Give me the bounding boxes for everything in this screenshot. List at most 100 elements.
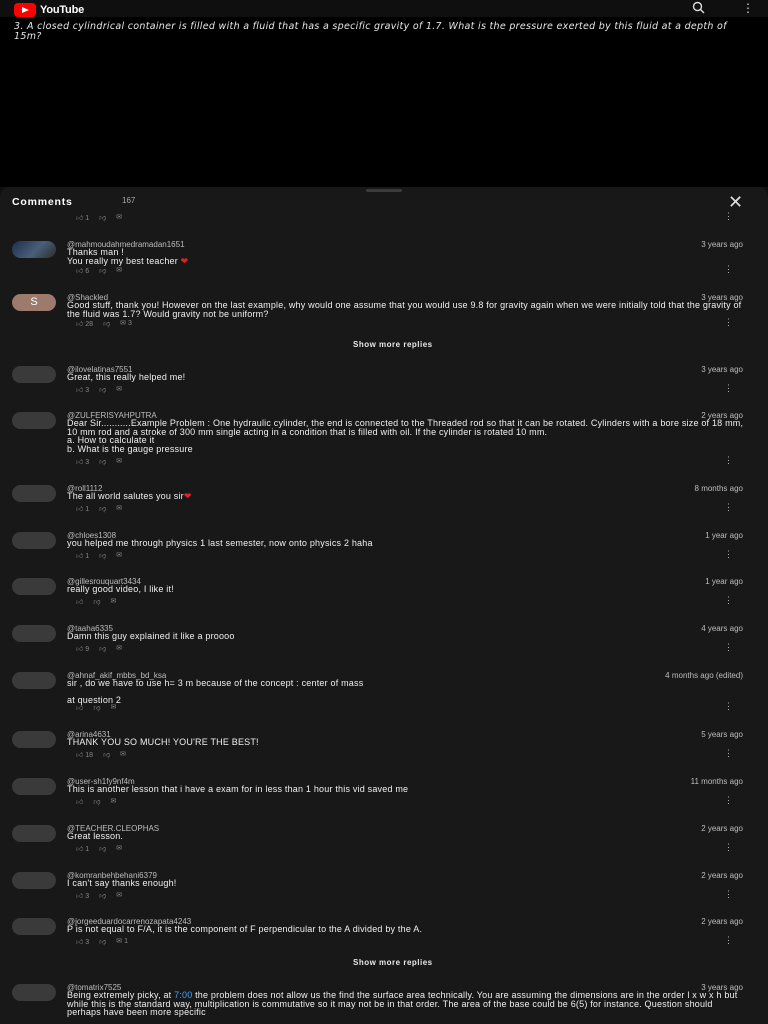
like-count: 1 (85, 552, 90, 560)
like-button[interactable]: 👍︎ (76, 797, 83, 806)
comment-menu-icon[interactable]: ⋮ (724, 595, 733, 606)
reply-icon[interactable]: ✉︎ (116, 891, 122, 899)
like-button[interactable]: 👍︎ 3 (76, 891, 89, 900)
comment-actions: 👍︎ 1 👎︎ ✉︎ (76, 212, 122, 222)
avatar[interactable] (12, 825, 56, 842)
dislike-button[interactable]: 👎︎ (99, 551, 106, 560)
dislike-button[interactable]: 👎︎ (103, 319, 110, 328)
comment-actions: 👍︎ 3 👎︎ ✉︎ (76, 456, 122, 466)
dislike-button[interactable]: 👎︎ (99, 457, 106, 466)
reply-icon[interactable]: ✉︎ (116, 266, 122, 274)
avatar[interactable] (12, 731, 56, 748)
dislike-button[interactable]: 👎︎ (99, 844, 106, 853)
comment-actions: 👍︎ 1 👎︎ ✉︎ (76, 843, 122, 853)
like-count: 3 (85, 386, 90, 394)
dislike-button[interactable]: 👎︎ (99, 937, 106, 946)
comment-menu-icon[interactable]: ⋮ (724, 748, 733, 759)
like-button[interactable]: 👍︎ 3 (76, 385, 89, 394)
like-button[interactable]: 👍︎ 1 (76, 551, 89, 560)
comment-text: Thanks man ! You really my best teacher … (67, 248, 747, 265)
show-more-replies-button[interactable]: Show more replies (353, 958, 433, 967)
reply-icon[interactable]: ✉︎ (116, 504, 122, 512)
comment-menu-icon[interactable]: ⋮ (724, 889, 733, 900)
comment-text: Great lesson. (67, 831, 124, 841)
avatar[interactable] (12, 241, 56, 258)
comment-menu-icon[interactable]: ⋮ (724, 795, 733, 806)
comment-menu-icon[interactable]: ⋮ (724, 383, 733, 394)
like-button[interactable]: 👍︎ 1 (76, 213, 89, 222)
reply-icon[interactable]: ✉︎ (110, 597, 116, 605)
avatar[interactable] (12, 672, 56, 689)
comment-text: THANK YOU SO MUCH! YOU'RE THE BEST! (67, 737, 259, 747)
dislike-button[interactable]: 👎︎ (93, 797, 100, 806)
avatar[interactable] (12, 532, 56, 549)
reply-icon[interactable]: ✉︎ (116, 551, 122, 559)
comment-menu-icon[interactable]: ⋮ (724, 264, 733, 275)
dislike-button[interactable]: 👎︎ (99, 891, 106, 900)
comment-text: Dear Sir...........Example Problem : One… (67, 418, 744, 454)
like-button[interactable]: 👍︎ 28 (76, 319, 93, 328)
avatar[interactable] (12, 578, 56, 595)
comment-menu-icon[interactable]: ⋮ (724, 502, 733, 513)
avatar[interactable] (12, 984, 56, 1001)
like-button[interactable]: 👍︎ 18 (76, 750, 93, 759)
comment-text: P is not equal to F/A, it is the compone… (67, 924, 423, 934)
dislike-button[interactable]: 👎︎ (93, 703, 100, 712)
search-icon[interactable] (692, 1, 705, 17)
comment-menu-icon[interactable]: ⋮ (724, 842, 733, 853)
dislike-button[interactable]: 👎︎ (99, 213, 106, 222)
dislike-button[interactable]: 👎︎ (99, 385, 106, 394)
avatar[interactable] (12, 918, 56, 935)
comment-menu-icon[interactable]: ⋮ (724, 701, 733, 712)
reply-count: 3 (127, 320, 132, 327)
reply-icon[interactable]: ✉︎ (120, 750, 126, 758)
reply-icon[interactable]: ✉︎ (116, 644, 122, 652)
like-button[interactable]: 👍︎ (76, 597, 83, 606)
reply-icon[interactable]: ✉︎ (110, 703, 116, 711)
like-button[interactable]: 👍︎ 1 (76, 844, 89, 853)
comment-text: really good video, I like it! (67, 584, 174, 594)
comment-menu-icon[interactable]: ⋮ (724, 549, 733, 560)
comment-menu-icon[interactable]: ⋮ (724, 935, 733, 946)
avatar[interactable] (12, 625, 56, 642)
reply-icon[interactable]: ✉︎ (116, 213, 122, 221)
comment-menu-icon[interactable]: ⋮ (724, 211, 733, 222)
comment-text: sir , do we have to use h= 3 m because o… (67, 678, 364, 705)
youtube-logo[interactable]: YouTube (14, 3, 84, 17)
drag-handle[interactable] (366, 189, 402, 192)
like-button[interactable]: 👍︎ 1 (76, 504, 89, 513)
comment-menu-icon[interactable]: ⋮ (724, 317, 733, 328)
avatar[interactable]: S (12, 294, 56, 311)
like-button[interactable]: 👍︎ 6 (76, 266, 89, 275)
avatar[interactable] (12, 412, 56, 429)
comment-actions: 👍︎ 👎︎ ✉︎ (76, 596, 116, 606)
like-button[interactable]: 👍︎ 3 (76, 457, 89, 466)
reply-icon[interactable]: ✉︎ (116, 385, 122, 393)
like-button[interactable]: 👍︎ (76, 703, 83, 712)
dislike-button[interactable]: 👎︎ (93, 597, 100, 606)
like-button[interactable]: 👍︎ 3 (76, 937, 89, 946)
avatar[interactable] (12, 778, 56, 795)
comments-count: 167 (122, 196, 136, 205)
like-button[interactable]: 👍︎ 9 (76, 644, 89, 653)
comment-text: The all world salutes you sir❤ (67, 492, 747, 501)
reply-icon[interactable]: ✉︎ 1 (116, 937, 128, 945)
reply-icon[interactable]: ✉︎ (116, 457, 122, 465)
reply-icon[interactable]: ✉︎ (116, 844, 122, 852)
dislike-button[interactable]: 👎︎ (103, 750, 110, 759)
comment-actions: 👍︎ 3 👎︎ ✉︎ (76, 890, 122, 900)
avatar[interactable] (12, 366, 56, 383)
video-player[interactable] (0, 17, 768, 187)
dislike-button[interactable]: 👎︎ (99, 504, 106, 513)
more-vert-icon[interactable]: ⋮ (742, 1, 754, 15)
avatar[interactable] (12, 872, 56, 889)
avatar[interactable] (12, 485, 56, 502)
reply-icon[interactable]: ✉︎ (110, 797, 116, 805)
reply-icon[interactable]: ✉︎ 3 (120, 319, 132, 327)
comment-menu-icon[interactable]: ⋮ (724, 642, 733, 653)
dislike-button[interactable]: 👎︎ (99, 266, 106, 275)
close-icon[interactable]: ✕ (728, 192, 743, 213)
dislike-button[interactable]: 👎︎ (99, 644, 106, 653)
show-more-replies-button[interactable]: Show more replies (353, 340, 433, 349)
comment-menu-icon[interactable]: ⋮ (724, 455, 733, 466)
